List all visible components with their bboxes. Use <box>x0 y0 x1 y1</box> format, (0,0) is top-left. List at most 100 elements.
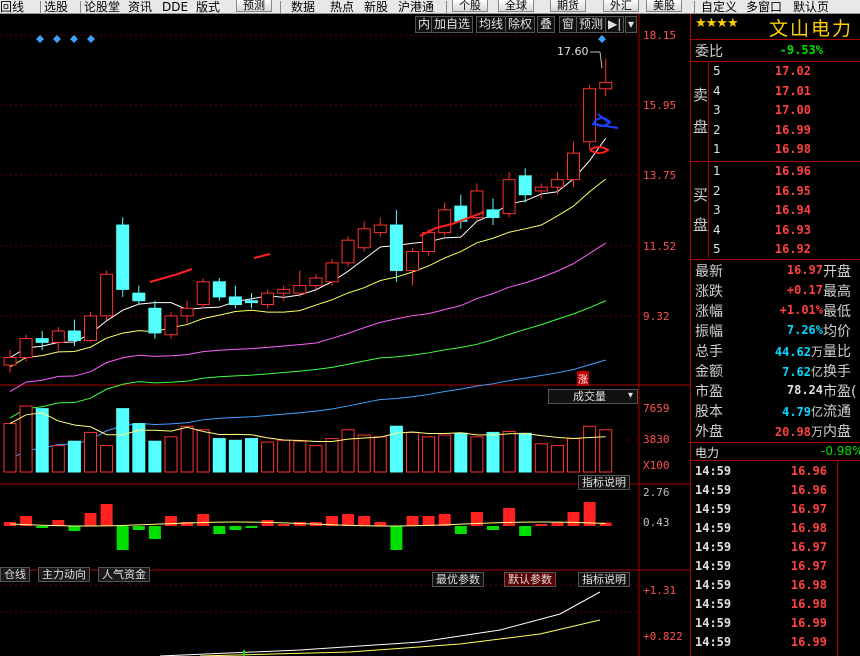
volume-bar <box>583 425 597 473</box>
chart-toolbar-button-3[interactable]: 除权 <box>505 16 536 33</box>
menu-item-4[interactable]: DDE <box>162 0 188 13</box>
buy-level: 2 <box>713 183 721 198</box>
buy-price[interactable]: 16.92 <box>731 242 811 256</box>
volume-bar <box>180 425 194 473</box>
stat-value: +1.01% <box>735 303 823 317</box>
menu-item-2[interactable]: 论股堂 <box>84 0 120 13</box>
kline-chart[interactable] <box>0 14 690 656</box>
price-axis-label: 11.52 <box>643 240 677 253</box>
volume-bar <box>325 438 339 473</box>
bottom-panel-button-2[interactable]: 指标说明 <box>578 572 630 587</box>
sell-price[interactable]: 16.98 <box>731 142 811 156</box>
sector-value: -0.98% <box>821 444 860 458</box>
volume-bar <box>406 431 419 473</box>
divider <box>691 442 860 443</box>
buy-price[interactable]: 16.94 <box>731 203 811 217</box>
menu-divider <box>40 1 41 13</box>
volume-axis-label: X100 <box>643 459 670 472</box>
bottom-panel-button-1[interactable]: 默认参数 <box>504 572 556 587</box>
buy-price[interactable]: 16.95 <box>731 184 811 198</box>
stat-unit: 亿 <box>810 405 823 419</box>
sell-price[interactable]: 17.02 <box>731 64 811 78</box>
volume-bar <box>164 436 178 473</box>
buy-price[interactable]: 16.96 <box>731 164 811 178</box>
volume-bar <box>116 408 130 473</box>
sell-price[interactable]: 17.00 <box>731 103 811 117</box>
chart-toolbar-button-2[interactable]: 均线 <box>476 16 507 33</box>
volume-bar <box>261 441 275 473</box>
stat-value: 4.79亿 <box>735 403 823 420</box>
rating-stars: ★★★★ <box>695 16 739 31</box>
candle-body <box>534 186 548 192</box>
menu-item-11[interactable]: 多窗口 <box>746 0 782 13</box>
volume-bar <box>3 423 17 473</box>
menu-button-5[interactable]: 美股 <box>646 0 682 12</box>
menu-item-0[interactable]: 回线 <box>0 0 24 13</box>
divider <box>691 161 860 162</box>
volume-bar <box>470 436 484 473</box>
menu-button-2[interactable]: 全球 <box>498 0 534 12</box>
menu-divider <box>280 1 281 13</box>
menu-item-7[interactable]: 热点 <box>330 0 354 13</box>
tick-price: 16.99 <box>790 616 827 630</box>
volume-bar <box>84 431 97 473</box>
menu-item-1[interactable]: 选股 <box>44 0 68 13</box>
candle-body <box>67 330 81 341</box>
chart-toolbar-button-4[interactable]: 叠 <box>537 16 556 33</box>
stat-label-2: 开盘 <box>823 264 851 280</box>
menu-button-3[interactable]: 期货 <box>550 0 586 12</box>
chart-toolbar-button-1[interactable]: 加自选 <box>431 16 474 33</box>
menu-item-10[interactable]: 自定义 <box>701 0 737 13</box>
indicator-tab-1[interactable]: 主力动向 <box>38 567 90 582</box>
stat-label: 股本 <box>695 404 723 420</box>
menu-item-12[interactable]: 默认页 <box>793 0 829 13</box>
menu-button-4[interactable]: 外汇 <box>603 0 639 12</box>
buy-side-label: 买 <box>693 186 709 204</box>
divider <box>691 39 860 40</box>
chart-toolbar-button-7[interactable]: ▶| <box>605 16 625 33</box>
buy-level: 3 <box>713 203 721 217</box>
weibi-label: 委比 <box>695 44 723 60</box>
menu-item-8[interactable]: 新股 <box>364 0 388 13</box>
volume-bar <box>599 429 613 473</box>
indicator-tab-0[interactable]: 仓线 <box>0 567 30 582</box>
menu-item-5[interactable]: 版式 <box>196 0 220 13</box>
menu-item-3[interactable]: 资讯 <box>128 0 152 13</box>
volume-indicator-help-button[interactable]: 指标说明 <box>578 475 630 490</box>
stat-label-2: 量比 <box>823 344 851 360</box>
candle-body <box>583 88 597 143</box>
chart-toolbar-button-5[interactable]: 窗 <box>559 16 578 33</box>
stat-number: 78.24 <box>786 383 823 397</box>
chart-toolbar-button-8[interactable]: ▾ <box>625 16 638 33</box>
menu-button-0[interactable]: 预测 <box>236 0 272 12</box>
buy-price[interactable]: 16.93 <box>731 223 811 237</box>
candle-body <box>518 175 532 196</box>
buy-level: 1 <box>713 164 721 178</box>
indicator-tab-2[interactable]: 人气资金 <box>98 567 150 582</box>
volume-indicator-select[interactable]: 成交量 ▾ <box>548 389 638 404</box>
menu-button-1[interactable]: 个股 <box>452 0 488 12</box>
candle-body <box>567 152 580 181</box>
candle-body <box>100 273 114 317</box>
tick-time: 14:59 <box>695 635 732 649</box>
stat-label: 振幅 <box>695 324 723 340</box>
bottom-panel-button-0[interactable]: 最优参数 <box>432 572 484 587</box>
stat-number: 20.98 <box>774 425 811 439</box>
tick-price: 16.96 <box>790 464 827 478</box>
volume-bar <box>422 436 436 473</box>
volume-bar <box>534 443 548 473</box>
macd-bar <box>148 526 161 539</box>
menu-item-9[interactable]: 沪港通 <box>398 0 434 13</box>
tick-price: 16.97 <box>790 559 827 573</box>
divider <box>691 460 860 461</box>
candle-body <box>422 232 436 253</box>
chart-toolbar-button-6[interactable]: 预测 <box>576 16 607 33</box>
sell-price[interactable]: 16.99 <box>731 123 811 137</box>
candle-body <box>35 338 49 343</box>
sell-level: 2 <box>713 122 721 137</box>
weibi-value: -9.53% <box>779 43 823 57</box>
menu-item-6[interactable]: 数据 <box>291 0 315 13</box>
sell-price[interactable]: 17.01 <box>731 84 811 98</box>
volume-bar <box>454 432 468 473</box>
menu-divider <box>80 1 81 13</box>
